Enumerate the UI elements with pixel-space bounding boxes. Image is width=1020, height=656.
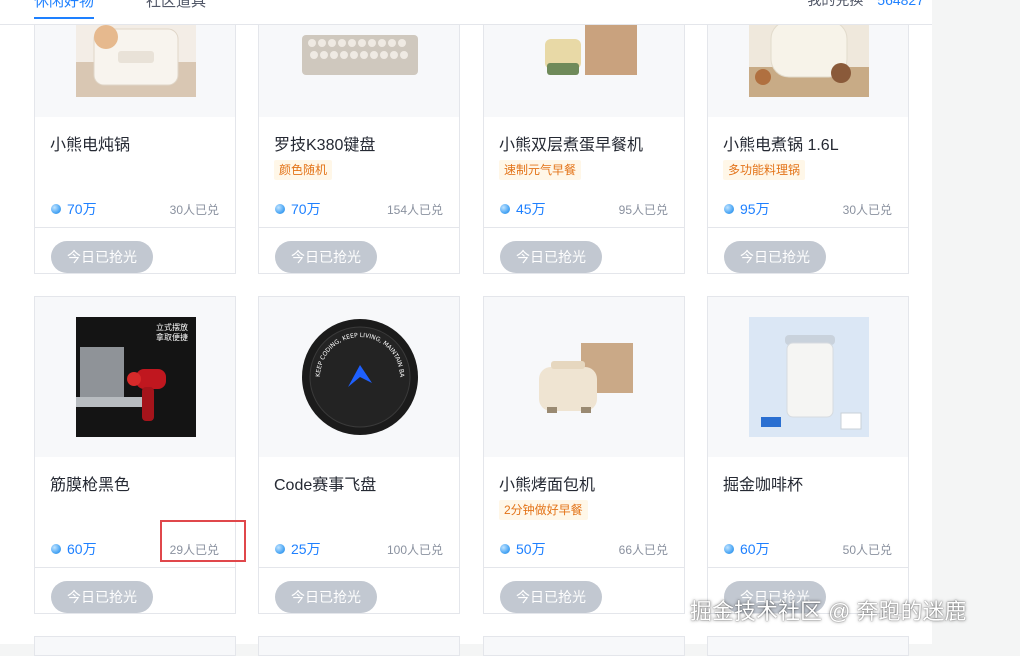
sold-out-button[interactable]: 今日已抢光 <box>275 241 377 273</box>
sold-out-button[interactable]: 今日已抢光 <box>724 241 826 273</box>
svg-text:立式摆放: 立式摆放 <box>156 322 188 332</box>
massage-gun-image: 立式摆放 拿取便捷 <box>76 317 196 437</box>
card-divider <box>484 567 684 568</box>
exchange-info[interactable]: 我的兑换 564827 <box>807 0 924 10</box>
sold-out-button[interactable]: 今日已抢光 <box>500 241 602 273</box>
product-price: 60万 <box>51 539 97 559</box>
product-image-area: KEEP CODING, KEEP LIVING, MAINTAIN BALAN… <box>259 297 459 457</box>
tab-bar: 休闲好物 社区道具 我的兑换 564827 <box>0 0 932 25</box>
product-card[interactable]: 罗技K380键盘 颜色随机 70万 154人已兑 今日已抢光 <box>258 0 460 274</box>
watermark-text: 掘金技术社区 @ 奔跑的迷鹿 <box>690 599 967 624</box>
product-card[interactable]: 小熊电煮锅 1.6L 多功能料理锅 95万 30人已兑 今日已抢光 <box>707 0 909 274</box>
product-tag: 颜色随机 <box>274 160 333 180</box>
card-divider <box>35 567 235 568</box>
product-tag: 2分钟做好早餐 <box>499 500 588 520</box>
sold-out-button[interactable]: 今日已抢光 <box>275 581 377 613</box>
product-price: 60万 <box>724 539 770 559</box>
product-name: 小熊烤面包机 <box>499 477 596 494</box>
product-card-partial[interactable] <box>707 636 909 656</box>
product-sold-count: 50人已兑 <box>842 543 892 557</box>
sold-out-button[interactable]: 今日已抢光 <box>500 581 602 613</box>
product-price: 50万 <box>500 539 546 559</box>
my-exchange-link[interactable]: 我的兑换 <box>807 0 863 8</box>
sold-out-button[interactable]: 今日已抢光 <box>51 241 153 273</box>
product-price: 70万 <box>275 199 321 219</box>
product-card-partial[interactable] <box>34 636 236 656</box>
coffee-cup-image <box>749 317 869 437</box>
product-card[interactable]: 掘金咖啡杯 60万 50人已兑 今日已抢光 <box>707 296 909 614</box>
ore-balance: 564827 <box>877 0 924 8</box>
ore-coin-icon <box>724 204 734 214</box>
svg-text:拿取便捷: 拿取便捷 <box>156 332 188 342</box>
product-sold-count: 100人已兑 <box>386 543 443 557</box>
product-price: 45万 <box>500 199 546 219</box>
ore-coin-icon <box>724 544 734 554</box>
product-sold-count: 95人已兑 <box>618 203 668 217</box>
card-divider <box>259 567 459 568</box>
product-card-partial[interactable] <box>258 636 460 656</box>
product-image-area <box>708 297 908 457</box>
sold-out-button[interactable]: 今日已抢光 <box>51 581 153 613</box>
product-name: 筋膜枪黑色 <box>50 477 131 494</box>
product-tag: 速制元气早餐 <box>499 160 582 180</box>
ore-coin-icon <box>500 204 510 214</box>
product-sold-count: 30人已兑 <box>842 203 892 217</box>
product-name: Code赛事飞盘 <box>274 477 377 494</box>
product-name: 小熊电煮锅 1.6L <box>723 137 839 154</box>
tab-community-items[interactable]: 社区道具 <box>146 0 206 11</box>
product-card[interactable]: 立式摆放 拿取便捷 筋膜枪黑色 60万 29人已兑 今日已抢光 <box>34 296 236 614</box>
card-divider <box>35 227 235 228</box>
product-name: 罗技K380键盘 <box>274 137 376 154</box>
tab-leisure-goods[interactable]: 休闲好物 <box>34 0 95 19</box>
content-panel: 小熊电炖锅 70万 30人已兑 今日已抢光 罗技K380键盘 颜色随机 70万 … <box>0 0 932 656</box>
product-name: 小熊电炖锅 <box>50 137 131 154</box>
product-sold-count: 154人已兑 <box>386 203 443 217</box>
card-divider <box>259 227 459 228</box>
product-image-area: 立式摆放 拿取便捷 <box>35 297 235 457</box>
product-image-area <box>484 297 684 457</box>
product-card[interactable]: 小熊电炖锅 70万 30人已兑 今日已抢光 <box>34 0 236 274</box>
frisbee-image: KEEP CODING, KEEP LIVING, MAINTAIN BALAN… <box>300 317 420 437</box>
ore-coin-icon <box>51 544 61 554</box>
product-card[interactable]: 小熊双层煮蛋早餐机 速制元气早餐 45万 95人已兑 今日已抢光 <box>483 0 685 274</box>
product-sold-count: 66人已兑 <box>618 543 668 557</box>
product-card-partial[interactable] <box>483 636 685 656</box>
product-name: 小熊双层煮蛋早餐机 <box>499 137 644 154</box>
product-price: 95万 <box>724 199 770 219</box>
ore-coin-icon <box>275 204 285 214</box>
card-divider <box>708 227 908 228</box>
product-price: 25万 <box>275 539 321 559</box>
product-card[interactable]: 小熊烤面包机 2分钟做好早餐 50万 66人已兑 今日已抢光 <box>483 296 685 614</box>
annotation-highlight-box <box>160 520 246 562</box>
ore-coin-icon <box>51 204 61 214</box>
product-tag: 多功能料理锅 <box>723 160 806 180</box>
product-card[interactable]: KEEP CODING, KEEP LIVING, MAINTAIN BALAN… <box>258 296 460 614</box>
product-name: 掘金咖啡杯 <box>723 477 804 494</box>
card-divider <box>708 567 908 568</box>
toaster-image <box>525 317 645 437</box>
ore-coin-icon <box>275 544 285 554</box>
product-price: 70万 <box>51 199 97 219</box>
ore-coin-icon <box>500 544 510 554</box>
card-divider <box>484 227 684 228</box>
product-sold-count: 30人已兑 <box>169 203 219 217</box>
